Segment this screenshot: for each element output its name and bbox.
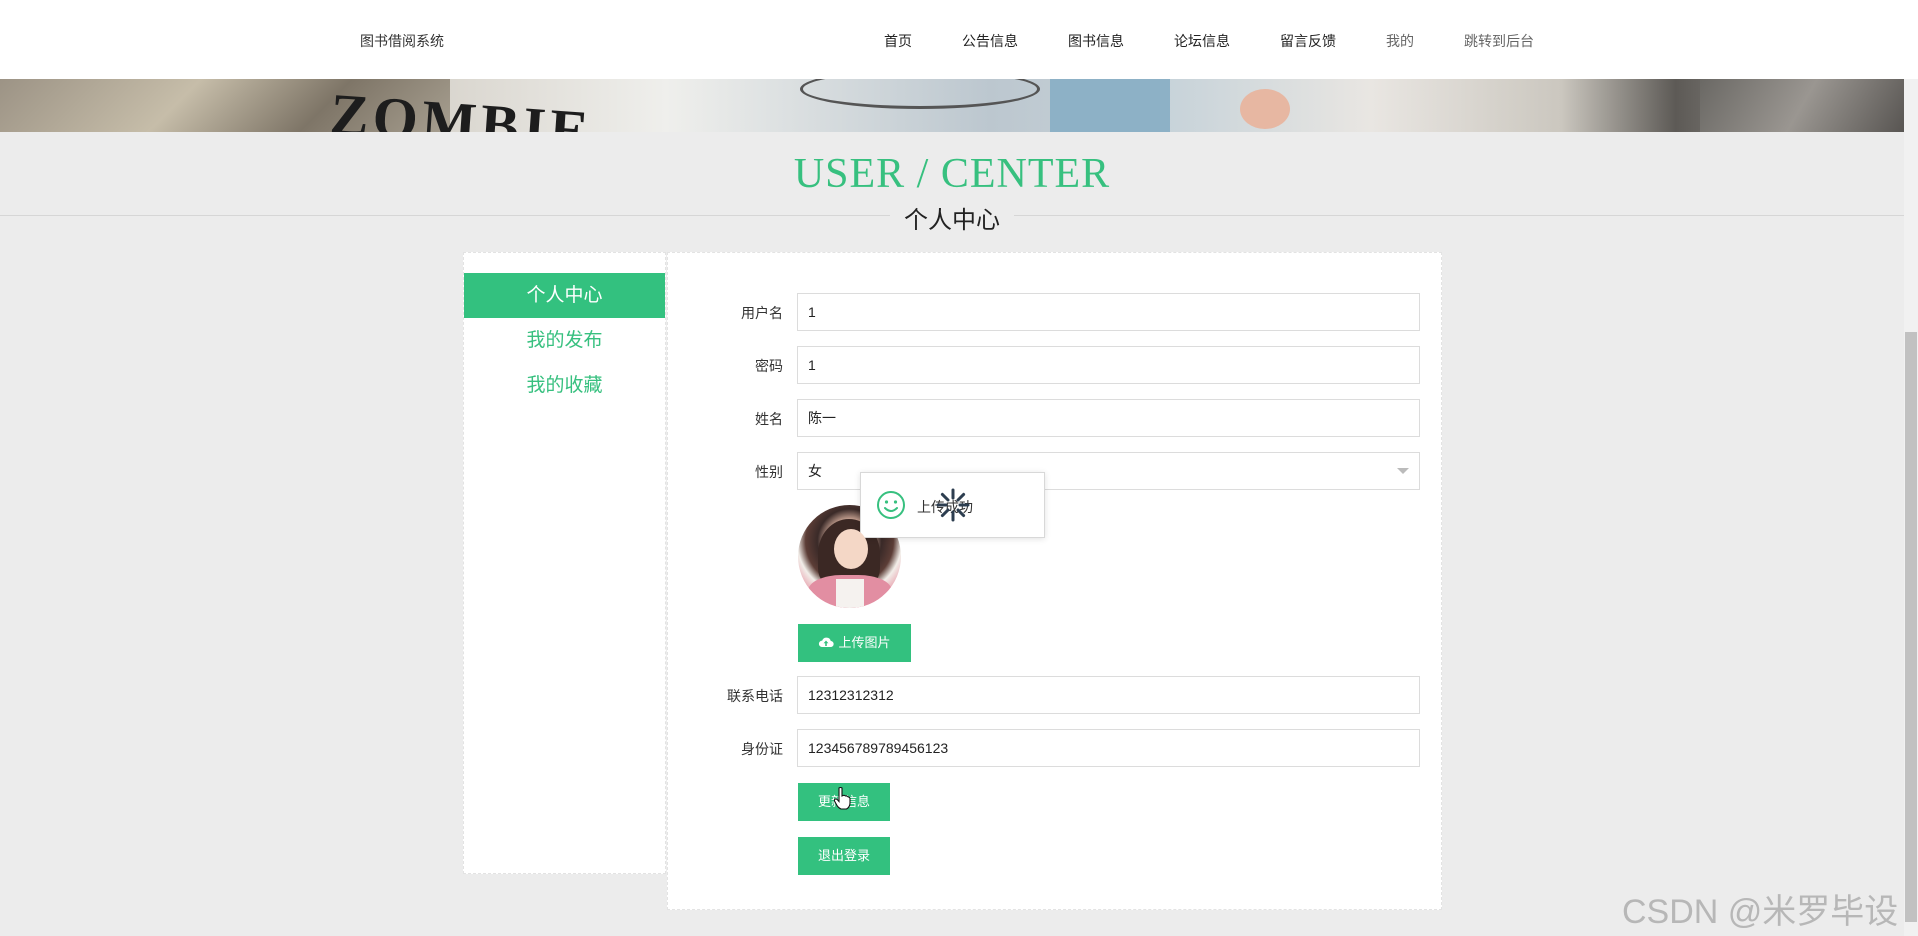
nav-books[interactable]: 图书信息 xyxy=(1068,31,1124,51)
chevron-down-icon xyxy=(1397,468,1409,474)
phone-field[interactable]: 12312312312 xyxy=(797,676,1420,714)
idcard-label: 身份证 xyxy=(741,741,783,757)
upload-image-button[interactable]: 上传图片 xyxy=(798,624,911,662)
name-field[interactable]: 陈一 xyxy=(797,399,1420,437)
cloud-upload-icon xyxy=(819,637,835,648)
username-label: 用户名 xyxy=(741,305,783,321)
password-label: 密码 xyxy=(755,358,783,374)
sidebar-item-profile[interactable]: 个人中心 xyxy=(464,273,665,318)
phone-label: 联系电话 xyxy=(727,688,783,704)
scrollbar-thumb[interactable] xyxy=(1905,332,1917,922)
gender-label: 性别 xyxy=(755,464,783,480)
site-brand[interactable]: 图书借阅系统 xyxy=(360,31,444,51)
section-title-cn: 个人中心 xyxy=(890,200,1014,235)
nav-admin[interactable]: 跳转到后台 xyxy=(1464,31,1534,51)
password-field[interactable]: 1 xyxy=(797,346,1420,384)
upload-button-label: 上传图片 xyxy=(838,635,891,650)
upload-success-toast: 上传成功 xyxy=(860,472,1045,538)
idcard-field[interactable]: 123456789789456123 xyxy=(797,729,1420,767)
watermark-text: CSDN @米罗毕设 xyxy=(1622,893,1899,931)
top-navbar: 图书借阅系统 首页 公告信息 图书信息 论坛信息 留言反馈 我的 跳转到后台 xyxy=(0,0,1918,79)
section-title-en: USER / CENTER xyxy=(793,151,1111,197)
hand-cursor-icon xyxy=(833,786,851,810)
main-nav: 首页 公告信息 图书信息 论坛信息 留言反馈 我的 跳转到后台 xyxy=(884,31,1584,51)
gender-value: 女 xyxy=(808,463,822,479)
loading-spinner-icon xyxy=(936,488,970,522)
nav-mine[interactable]: 我的 xyxy=(1386,31,1414,51)
banner-image: ZOMBIE xyxy=(0,79,1904,132)
nav-announcements[interactable]: 公告信息 xyxy=(962,31,1018,51)
nav-home[interactable]: 首页 xyxy=(884,31,912,51)
sidebar-item-my-posts[interactable]: 我的发布 xyxy=(464,318,665,363)
nav-feedback[interactable]: 留言反馈 xyxy=(1280,31,1336,51)
logout-button[interactable]: 退出登录 xyxy=(798,837,890,875)
nav-forum[interactable]: 论坛信息 xyxy=(1174,31,1230,51)
user-sidebar: 个人中心 我的发布 我的收藏 xyxy=(463,252,666,874)
smile-icon xyxy=(877,491,905,519)
username-field[interactable]: 1 xyxy=(797,293,1420,331)
sidebar-item-my-favorites[interactable]: 我的收藏 xyxy=(464,363,665,408)
name-label: 姓名 xyxy=(755,411,783,427)
